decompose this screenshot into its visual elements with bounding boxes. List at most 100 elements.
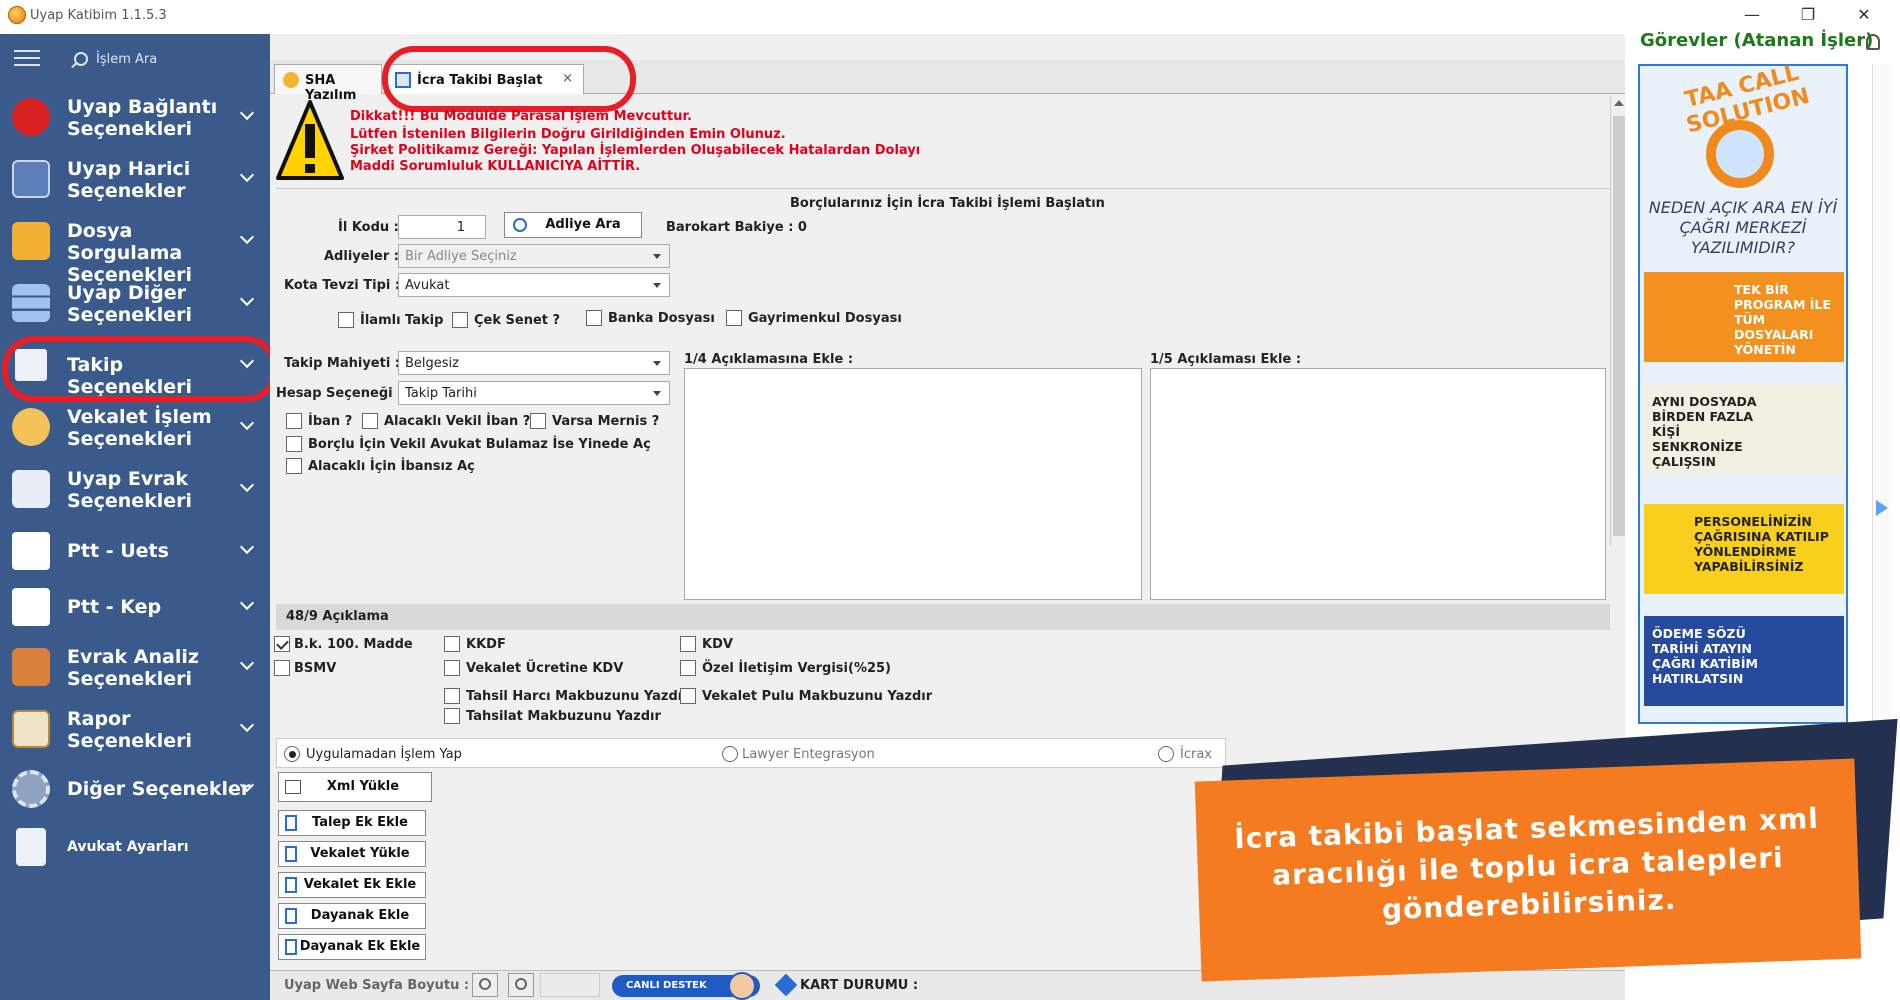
checkbox-label: Vekalet Pulu Makbuzunu Yazdır xyxy=(702,689,933,704)
sidebar-item-ptt-kep[interactable]: Ptt - Kep xyxy=(0,576,270,636)
window-titlebar xyxy=(0,0,1900,34)
checkbox-label: B.k. 100. Madde xyxy=(294,637,413,652)
sidebar-item-dosya-sorgulama[interactable]: Dosya Sorgulama Seçenekleri xyxy=(0,210,270,286)
tahsilat-makbuzu-checkbox[interactable] xyxy=(444,708,460,724)
search-icon[interactable] xyxy=(74,52,88,66)
icrax-radio[interactable] xyxy=(1158,746,1174,762)
sidebar-item-uyap-evrak[interactable]: Uyap Evrak Seçenekleri xyxy=(0,458,270,518)
sidebar-item-uyap-harici[interactable]: Uyap Harici Seçenekler xyxy=(0,148,270,208)
ibansiz-checkbox[interactable] xyxy=(286,458,302,474)
zoom-out-button[interactable] xyxy=(472,973,498,997)
chevron-down-icon xyxy=(239,167,255,183)
vekalet-ek-ekle-button[interactable]: Vekalet Ek Ekle xyxy=(278,872,426,898)
chevron-down-icon xyxy=(239,477,255,493)
attach-icon xyxy=(285,815,297,831)
iban-checkbox[interactable] xyxy=(286,413,302,429)
takip-mahiyeti-label: Takip Mahiyeti : xyxy=(284,356,401,371)
main-scrollbar[interactable] xyxy=(1610,96,1626,546)
checkbox-label: Alacaklı Vekil İban ? xyxy=(384,414,531,429)
checkbox-label: İban ? xyxy=(308,414,353,429)
grid-icon xyxy=(12,284,50,322)
vekalet-yukle-button[interactable]: Vekalet Yükle xyxy=(278,841,426,867)
page-size-label: Uyap Web Sayfa Boyutu : xyxy=(284,978,470,993)
sidebar-item-uyap-diger[interactable]: Uyap Diğer Seçenekleri xyxy=(0,272,270,332)
zoom-in-button[interactable] xyxy=(508,973,534,997)
section-489-header: 48/9 Açıklama xyxy=(276,604,1610,630)
magnifier-icon xyxy=(479,978,491,990)
dayanak-ekle-button[interactable]: Dayanak Ekle xyxy=(278,903,426,929)
scroll-up-icon[interactable] xyxy=(1614,100,1624,106)
alacakli-vekil-iban-checkbox[interactable] xyxy=(362,413,378,429)
aciklama-15-label: 1/5 Açıklaması Ekle : xyxy=(1150,352,1302,367)
clipboard-icon xyxy=(12,710,50,748)
bell-icon[interactable] xyxy=(1866,34,1880,50)
hamburger-menu-icon[interactable] xyxy=(14,50,40,68)
dayanak-ek-ekle-button[interactable]: Dayanak Ek Ekle xyxy=(278,934,426,960)
cek-senet-checkbox[interactable] xyxy=(452,312,468,328)
sidebar-item-uyap-baglanti[interactable]: Uyap Bağlantı Seçenekleri xyxy=(0,86,270,146)
sidebar-item-ptt-uets[interactable]: Ptt - Uets xyxy=(0,520,270,580)
checkbox-label: Özel İletişim Vergisi(%25) xyxy=(702,661,891,676)
minimize-button[interactable]: — xyxy=(1730,2,1774,28)
talep-ek-ekle-button[interactable]: Talep Ek Ekle xyxy=(278,810,426,836)
barokart-balance: Barokart Bakiye : 0 xyxy=(666,220,807,235)
scroll-thumb[interactable] xyxy=(1613,116,1625,536)
aciklama-14-textarea[interactable] xyxy=(684,368,1142,600)
sidebar-item-label: Diğer Seçenekler xyxy=(67,778,251,800)
maximize-button[interactable]: ❐ xyxy=(1786,2,1830,28)
sha-logo-icon xyxy=(283,72,299,88)
adliyeler-select[interactable]: Bir Adliye Seçiniz xyxy=(398,244,670,268)
checkbox-label: BSMV xyxy=(294,661,337,676)
attach-icon xyxy=(285,908,297,924)
button-label: Vekalet Yükle xyxy=(310,846,410,861)
vekalet-pulu-checkbox[interactable] xyxy=(680,688,696,704)
magnifier-icon xyxy=(513,218,527,232)
kdv-checkbox[interactable] xyxy=(680,636,696,652)
uygulamadan-radio[interactable] xyxy=(284,746,300,762)
mernis-checkbox[interactable] xyxy=(530,413,546,429)
sidebar-search-label[interactable]: İşlem Ara xyxy=(96,52,157,67)
checkbox-label: İlamlı Takip xyxy=(360,313,444,328)
borclu-vekil-checkbox[interactable] xyxy=(286,436,302,452)
lawyer-icon xyxy=(16,828,46,866)
ad-card: PERSONELİNİZİN ÇAĞRISINA KATILIP YÖNLEND… xyxy=(1644,504,1844,594)
kkdf-checkbox[interactable] xyxy=(444,636,460,652)
sidebar-item-label: Uyap Harici Seçenekler xyxy=(67,158,191,202)
expand-arrow-icon[interactable] xyxy=(1876,500,1888,516)
gayrimenkul-checkbox[interactable] xyxy=(726,310,742,326)
il-kodu-label: İl Kodu : xyxy=(338,220,399,235)
checkbox-label: KKDF xyxy=(466,637,506,652)
ptt-icon xyxy=(12,532,50,570)
vekalet-kdv-checkbox[interactable] xyxy=(444,660,460,676)
tasks-scrollbar[interactable] xyxy=(1872,64,1890,724)
sidebar-item-vekalet-islem[interactable]: Vekalet İşlem Seçenekleri xyxy=(0,396,270,456)
ozel-iletisim-checkbox[interactable] xyxy=(680,660,696,676)
adliye-ara-button[interactable]: Adliye Ara xyxy=(504,212,642,238)
chevron-down-icon xyxy=(239,105,255,121)
sidebar-item-rapor[interactable]: Rapor Seçenekleri xyxy=(0,698,270,758)
il-kodu-stepper[interactable]: 1 xyxy=(398,215,486,239)
callout-banner: İcra takibi başlat sekmesinden xml aracı… xyxy=(1194,758,1862,982)
takip-mahiyeti-select[interactable]: Belgesiz xyxy=(398,351,670,375)
chevron-down-icon xyxy=(239,717,255,733)
sidebar-item-avukat-ayarlari[interactable]: Avukat Ayarları xyxy=(0,816,270,876)
chevron-down-icon xyxy=(239,595,255,611)
tahsil-harci-checkbox[interactable] xyxy=(444,688,460,704)
xml-yukle-button[interactable]: Xml Yükle xyxy=(278,772,432,802)
lawyer-radio[interactable] xyxy=(722,746,738,762)
adliye-ara-label: Adliye Ara xyxy=(545,217,621,232)
attach-icon xyxy=(285,877,297,893)
kota-select[interactable]: Avukat xyxy=(398,273,670,297)
sidebar-item-diger[interactable]: Diğer Seçenekler xyxy=(0,758,270,818)
tab-sha-yazilim[interactable]: SHA Yazılım xyxy=(274,64,382,103)
banka-dosyasi-checkbox[interactable] xyxy=(586,310,602,326)
bk-100-checkbox[interactable] xyxy=(274,636,290,652)
close-window-button[interactable]: ✕ xyxy=(1842,2,1886,28)
page-size-field[interactable] xyxy=(540,973,600,997)
sidebar-item-evrak-analiz[interactable]: Evrak Analiz Seçenekleri xyxy=(0,636,270,696)
hesap-select[interactable]: Takip Tarihi xyxy=(398,381,670,405)
bsmv-checkbox[interactable] xyxy=(274,660,290,676)
aciklama-15-textarea[interactable] xyxy=(1150,368,1606,600)
radio-label: Uygulamadan İşlem Yap xyxy=(306,747,462,762)
ilamli-takip-checkbox[interactable] xyxy=(338,312,354,328)
